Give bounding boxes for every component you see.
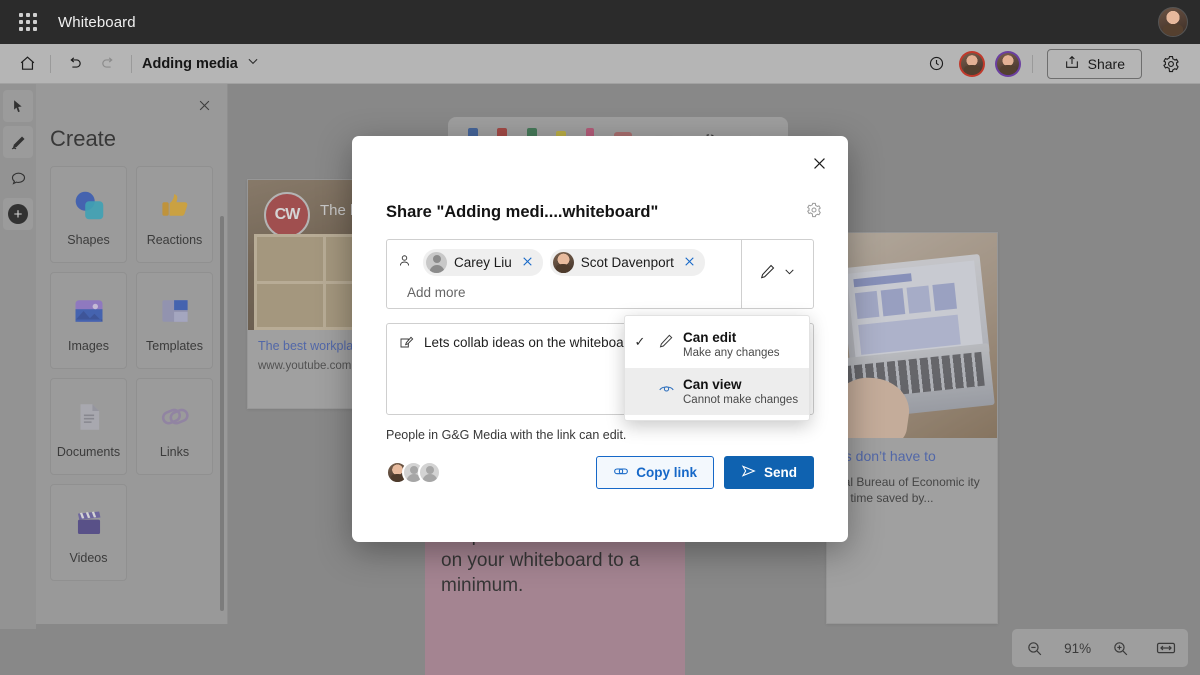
copy-link-label: Copy link <box>636 465 697 480</box>
avatar <box>552 252 574 273</box>
share-icon <box>1064 54 1080 73</box>
permission-option-can-view[interactable]: Can view Cannot make changes <box>625 368 809 415</box>
check-placeholder <box>631 377 649 381</box>
app-title: Whiteboard <box>58 13 136 31</box>
recipient-name: Scot Davenport <box>580 255 674 270</box>
send-button[interactable]: Send <box>723 456 814 489</box>
send-label: Send <box>763 465 797 480</box>
permission-menu: ✓ Can edit Make any changes Can view Can… <box>624 315 810 421</box>
dialog-header: Share "Adding medi....whiteboard" <box>352 136 848 223</box>
chevron-down-icon[interactable] <box>246 54 260 73</box>
recipient-chip[interactable]: Carey Liu <box>423 249 543 276</box>
permission-option-can-edit[interactable]: ✓ Can edit Make any changes <box>625 321 809 368</box>
permission-label: Can edit <box>683 330 737 345</box>
whiteboard-app: Whiteboard Adding media Share + Create S… <box>0 0 1200 675</box>
send-icon <box>741 463 757 482</box>
permission-text: Can view Cannot make changes <box>683 377 798 406</box>
share-button-label: Share <box>1087 55 1125 72</box>
permission-sublabel: Make any changes <box>683 347 780 359</box>
dialog-settings-gear-icon[interactable] <box>806 202 822 223</box>
dialog-close-icon[interactable] <box>804 148 834 178</box>
recipients-field-wrapper: Carey Liu Scot Davenport Add more <box>386 239 814 309</box>
pencil-icon <box>759 263 776 285</box>
avatar <box>418 461 441 484</box>
check-icon: ✓ <box>634 334 646 349</box>
settings-gear-icon[interactable] <box>1154 49 1188 79</box>
recipient-chip-row: Carey Liu Scot Davenport <box>395 249 733 276</box>
message-pencil-icon <box>399 335 415 403</box>
account-avatar[interactable] <box>1158 7 1188 37</box>
share-dialog: Share "Adding medi....whiteboard" Carey … <box>352 136 848 542</box>
avatar <box>426 252 447 273</box>
link-permission-note: People in G&G Media with the link can ed… <box>386 428 627 442</box>
face-pile[interactable] <box>386 461 441 484</box>
chevron-down-icon <box>783 265 796 283</box>
remove-icon[interactable] <box>519 255 536 271</box>
remove-icon[interactable] <box>681 255 698 271</box>
command-bar: Adding media Share <box>0 44 1200 84</box>
home-icon[interactable] <box>10 49 44 79</box>
recipient-chip[interactable]: Scot Davenport <box>549 249 705 276</box>
dialog-footer: Copy link Send <box>386 456 814 489</box>
copy-link-button[interactable]: Copy link <box>596 456 714 489</box>
divider <box>131 54 132 73</box>
dialog-title: Share "Adding medi....whiteboard" <box>386 203 659 221</box>
document-name[interactable]: Adding media <box>142 56 238 72</box>
divider <box>50 54 51 73</box>
add-more-placeholder[interactable]: Add more <box>395 276 733 300</box>
permission-sublabel: Cannot make changes <box>683 394 799 406</box>
permission-dropdown-button[interactable] <box>741 240 813 308</box>
redo-icon[interactable] <box>91 49 125 79</box>
message-text: Lets collab ideas on the whiteboard <box>424 335 636 350</box>
presence-avatar-2[interactable] <box>994 50 1021 77</box>
permission-text: Can edit Make any changes <box>683 330 780 359</box>
presence-avatar-1[interactable] <box>958 50 985 77</box>
eye-icon <box>655 377 677 397</box>
recipient-name: Carey Liu <box>454 255 512 270</box>
link-icon <box>613 463 629 482</box>
history-clock-icon[interactable] <box>920 49 954 79</box>
undo-icon[interactable] <box>57 49 91 79</box>
permission-label: Can view <box>683 377 742 392</box>
title-bar: Whiteboard <box>0 0 1200 44</box>
recipients-input[interactable]: Carey Liu Scot Davenport Add more <box>387 240 741 308</box>
share-button[interactable]: Share <box>1046 48 1142 79</box>
divider <box>1031 54 1033 73</box>
person-icon <box>397 253 412 273</box>
pencil-icon <box>655 330 677 349</box>
app-launcher-icon[interactable] <box>12 6 44 38</box>
